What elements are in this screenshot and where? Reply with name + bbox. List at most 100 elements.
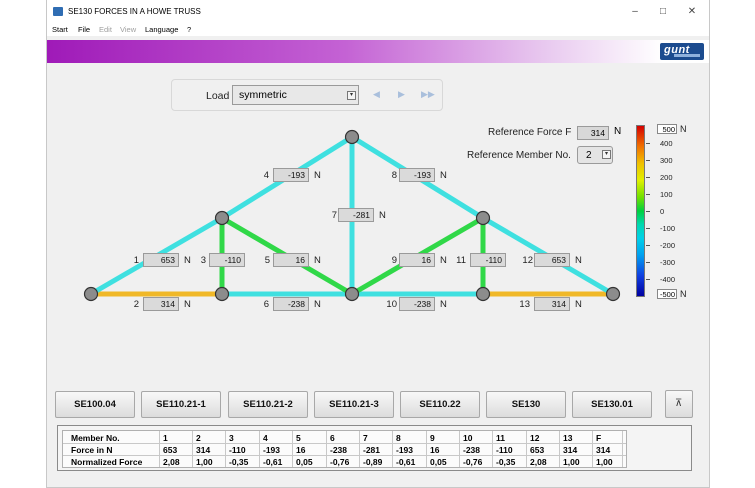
se110-21-2-button[interactable]: SE110.21-2 xyxy=(228,391,308,418)
member-8-force: -193 xyxy=(399,168,435,182)
column-divider xyxy=(526,431,527,467)
normalized-force-row-cell: 0,05 xyxy=(296,457,313,467)
se110-21-1-button[interactable]: SE110.21-1 xyxy=(141,391,221,418)
scale-label-minus-200: -200 xyxy=(660,241,676,250)
member-7-label: 7 xyxy=(331,210,337,221)
column-divider xyxy=(259,431,260,467)
member-no-row-cell: 7 xyxy=(363,433,368,443)
node-6 xyxy=(214,210,230,226)
force-row-cell: 16 xyxy=(296,445,306,455)
member-9-force: 16 xyxy=(399,253,435,267)
scale-label-400: 400 xyxy=(660,139,673,148)
column-divider xyxy=(359,431,360,467)
force-row-cell: -193 xyxy=(396,445,414,455)
normalized-force-row-cell: -0,61 xyxy=(396,457,416,467)
column-divider xyxy=(559,431,560,467)
column-divider xyxy=(326,431,327,467)
member-4-unit: N xyxy=(314,170,321,181)
member-no-row-cell: 13 xyxy=(563,433,573,443)
normalized-force-row-cell: -0,76 xyxy=(330,457,350,467)
force-row-cell: -110 xyxy=(496,445,513,455)
normalized-force-row-cell: 1,00 xyxy=(596,457,613,467)
node-8 xyxy=(475,210,491,226)
member-6-force: -238 xyxy=(273,297,309,311)
se130-button[interactable]: SE130 xyxy=(486,391,566,418)
force-row-cell: 314 xyxy=(596,445,611,455)
member-1-force: 653 xyxy=(143,253,179,267)
scale-label-300: 300 xyxy=(660,156,673,165)
force-color-scale xyxy=(636,125,645,297)
se110-21-3-button[interactable]: SE110.21-3 xyxy=(314,391,394,418)
member-12-label: 12 xyxy=(522,255,533,266)
normalized-force-row-cell: -0,61 xyxy=(263,457,283,467)
member-11-label: 11 xyxy=(456,255,466,266)
normalized-force-row-cell: 2,08 xyxy=(530,457,547,467)
scale-label-100: 100 xyxy=(660,190,673,199)
normalized-force-row-cell: -0,35 xyxy=(229,457,249,467)
column-divider xyxy=(622,431,623,467)
node-1 xyxy=(83,286,99,302)
member-5-unit: N xyxy=(314,255,321,266)
column-divider xyxy=(392,431,393,467)
column-divider xyxy=(159,431,160,467)
member-7-force: -281 xyxy=(338,208,374,222)
normalized-force-row-cell: -0,89 xyxy=(363,457,383,467)
member-no-row-cell: Member No. xyxy=(71,433,120,443)
force-row-cell: 16 xyxy=(430,445,440,455)
scroll-top-button[interactable]: ⊼ xyxy=(665,390,693,418)
member-8-label: 8 xyxy=(391,170,397,181)
member-10-force: -238 xyxy=(399,297,435,311)
scale-max-value: 500 xyxy=(657,124,677,134)
member-2-label: 2 xyxy=(133,299,139,310)
column-divider xyxy=(225,431,226,467)
column-divider xyxy=(292,431,293,467)
force-row-cell: -193 xyxy=(263,445,281,455)
member-9-label: 9 xyxy=(391,255,397,266)
normalized-force-row-cell: -0,76 xyxy=(463,457,483,467)
member-no-row-cell: 6 xyxy=(330,433,335,443)
member-7-unit: N xyxy=(379,210,386,221)
member-12-unit: N xyxy=(575,255,582,266)
scale-max-unit: N xyxy=(680,124,687,134)
member-3-label: 3 xyxy=(200,255,206,266)
member-no-row-cell: 1 xyxy=(163,433,168,443)
member-13-label: 13 xyxy=(519,299,530,310)
row-divider xyxy=(63,443,626,444)
member-10-label: 10 xyxy=(386,299,397,310)
scale-label-200: 200 xyxy=(660,173,673,182)
se130-01-button[interactable]: SE130.01 xyxy=(572,391,652,418)
normalized-force-row-cell: -0,35 xyxy=(496,457,516,467)
truss-diagram xyxy=(83,129,621,302)
member-13-unit: N xyxy=(575,299,582,310)
scale-label-minus-300: -300 xyxy=(660,258,676,267)
force-row-cell: 314 xyxy=(563,445,578,455)
member-no-row-cell: 5 xyxy=(296,433,301,443)
member-no-row-cell: 8 xyxy=(396,433,401,443)
member-8-unit: N xyxy=(440,170,447,181)
member-1-unit: N xyxy=(184,255,191,266)
normalized-force-row-cell: 2,08 xyxy=(163,457,180,467)
column-divider xyxy=(192,431,193,467)
scale-label-minus-400: -400 xyxy=(660,275,676,284)
force-row-cell: 314 xyxy=(196,445,211,455)
node-5 xyxy=(605,286,621,302)
se110-22-button[interactable]: SE110.22 xyxy=(400,391,480,418)
member-no-row-cell: 4 xyxy=(263,433,268,443)
se100-04-button[interactable]: SE100.04 xyxy=(55,391,135,418)
force-row-cell: 653 xyxy=(530,445,545,455)
scale-min-value: -500 xyxy=(657,289,677,299)
member-10-unit: N xyxy=(440,299,447,310)
node-7 xyxy=(344,129,360,145)
node-4 xyxy=(475,286,491,302)
member-9-unit: N xyxy=(440,255,447,266)
member-3-force: -110 xyxy=(209,253,245,267)
column-divider xyxy=(592,431,593,467)
normalized-force-row-cell: 0,05 xyxy=(430,457,447,467)
member-no-row-cell: 2 xyxy=(196,433,201,443)
member-6-unit: N xyxy=(314,299,321,310)
normalized-force-row-cell: Normalized Force xyxy=(71,457,143,467)
member-2-unit: N xyxy=(184,299,191,310)
force-row-cell: -281 xyxy=(363,445,381,455)
member-no-row-cell: 9 xyxy=(430,433,435,443)
scale-label-minus-100: -100 xyxy=(660,224,676,233)
